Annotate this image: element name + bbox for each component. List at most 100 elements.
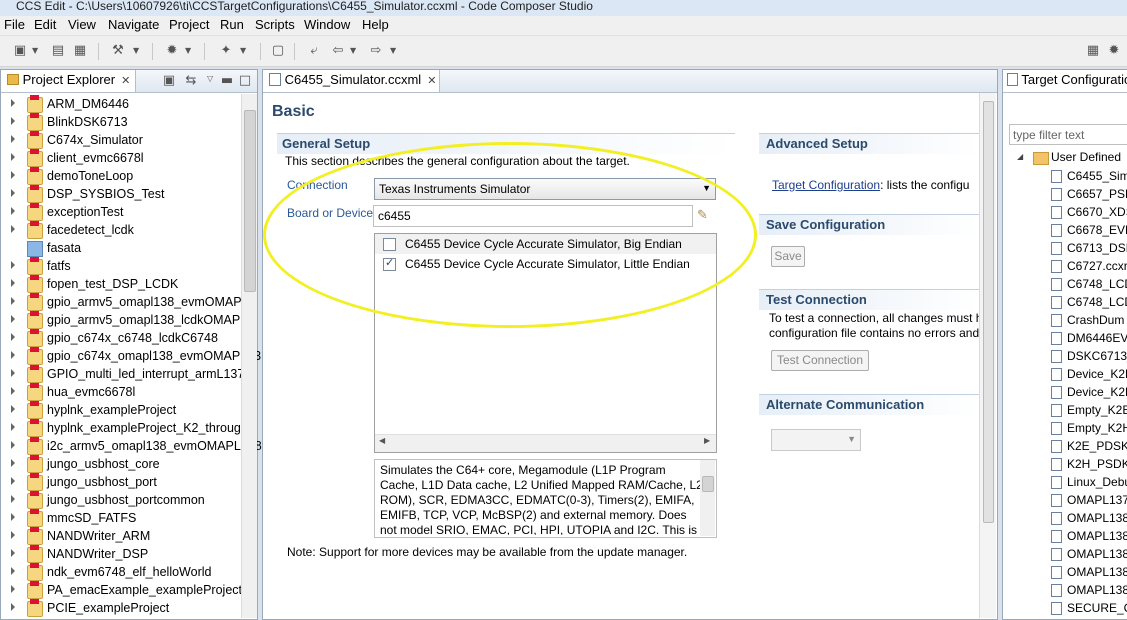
device-checkbox[interactable]	[383, 238, 396, 251]
menu-file[interactable]: File	[4, 17, 25, 32]
open-perspective-icon[interactable]: ▦	[1085, 43, 1101, 59]
tree-item[interactable]: gpio_armv5_omapl138_evmOMAPL1	[1, 293, 255, 312]
tree-item[interactable]: PA_emacExample_exampleProject	[1, 581, 242, 600]
list-item[interactable]: ✓ C6455 Device Cycle Accurate Simulator,…	[375, 254, 716, 274]
expand-arrow-icon[interactable]	[11, 387, 15, 395]
tree-item[interactable]: fopen_test_DSP_LCDK	[1, 275, 241, 294]
expand-arrow-icon[interactable]	[11, 117, 15, 125]
target-config-item[interactable]: OMAPL138	[1033, 546, 1127, 564]
expand-arrow-icon[interactable]	[11, 459, 15, 467]
chevron-down-icon[interactable]: ▼	[133, 43, 139, 59]
project-explorer-scrollbar[interactable]	[241, 94, 257, 618]
menu-scripts[interactable]: Scripts	[255, 17, 295, 32]
link-with-editor-icon[interactable]: ⇆	[183, 73, 199, 89]
new-icon[interactable]: ▣	[12, 43, 28, 59]
tree-item[interactable]: GPIO_multi_led_interrupt_armL137	[1, 365, 244, 384]
expand-arrow-icon[interactable]	[11, 585, 15, 593]
tree-item[interactable]: hyplnk_exampleProject_K2_throughp	[1, 419, 255, 438]
target-config-item[interactable]: C6670_XDS	[1033, 204, 1127, 222]
build-hammer-icon[interactable]: ⚒	[110, 43, 126, 59]
tree-item[interactable]: NANDWriter_DSP	[1, 545, 241, 564]
target-configuration-link[interactable]: Target Configuration	[772, 178, 880, 192]
target-config-item[interactable]: C6713_DSK	[1033, 240, 1127, 258]
save-button[interactable]: Save	[771, 246, 805, 267]
target-config-item[interactable]: Empty_K2E	[1033, 402, 1127, 420]
close-icon[interactable]: ✕	[427, 75, 436, 87]
target-config-item[interactable]: C6657_PSD	[1033, 186, 1127, 204]
expand-arrow-icon[interactable]	[11, 153, 15, 161]
alternate-communication-select[interactable]: ▼	[771, 429, 861, 451]
target-config-item[interactable]: Empty_K2H	[1033, 420, 1127, 438]
expand-arrow-icon[interactable]	[11, 351, 15, 359]
tree-item[interactable]: hyplnk_exampleProject	[1, 401, 241, 420]
tree-item[interactable]: ndk_evm6748_elf_helloWorld	[1, 563, 241, 582]
chevron-down-icon[interactable]: ▼	[32, 43, 38, 59]
tree-item[interactable]: demoToneLoop	[1, 167, 241, 186]
debug-perspective-icon[interactable]: ✹	[1106, 43, 1122, 59]
tree-item[interactable]: exceptionTest	[1, 203, 241, 222]
target-config-item[interactable]: OMAPL138	[1033, 564, 1127, 582]
scroll-right-icon[interactable]: ▶	[704, 436, 710, 445]
expand-arrow-icon[interactable]	[11, 297, 15, 305]
scrollbar-thumb[interactable]	[983, 101, 994, 523]
expand-arrow-icon[interactable]	[11, 549, 15, 557]
tab-target-configurations[interactable]: Target Configuration	[1003, 70, 1127, 92]
close-icon[interactable]: ✕	[121, 75, 130, 87]
menu-help[interactable]: Help	[362, 17, 389, 32]
expand-arrow-icon[interactable]	[11, 369, 15, 377]
tree-item[interactable]: PCIE_exampleProject	[1, 599, 241, 618]
target-config-item[interactable]: C6748_LCD	[1033, 276, 1127, 294]
target-config-item[interactable]: C6748_LCD	[1033, 294, 1127, 312]
expand-arrow-icon[interactable]	[11, 315, 15, 323]
scrollbar-thumb[interactable]	[244, 110, 256, 292]
clear-filter-icon[interactable]: ✎	[697, 207, 708, 223]
tree-item[interactable]: hua_evmc6678l	[1, 383, 241, 402]
tree-item[interactable]: NANDWriter_ARM	[1, 527, 241, 546]
chevron-down-icon[interactable]: ▼	[185, 43, 191, 59]
expand-arrow-icon[interactable]	[11, 261, 15, 269]
collapse-all-icon[interactable]: ▣	[161, 73, 177, 89]
tree-item[interactable]: jungo_usbhost_portcommon	[1, 491, 241, 510]
target-config-item[interactable]: OMAPL138	[1033, 582, 1127, 600]
save-icon[interactable]: ▤	[50, 43, 66, 59]
menu-project[interactable]: Project	[169, 17, 209, 32]
target-config-item[interactable]: OMAPL137	[1033, 492, 1127, 510]
tree-item[interactable]: C674x_Simulator	[1, 131, 241, 150]
target-config-item[interactable]: C6678_EVM	[1033, 222, 1127, 240]
target-config-item[interactable]: OMAPL138	[1033, 510, 1127, 528]
expand-arrow-icon[interactable]	[11, 333, 15, 341]
device-checkbox[interactable]: ✓	[383, 257, 396, 271]
chevron-down-icon[interactable]: ▼	[350, 43, 356, 59]
target-config-item[interactable]: Linux_Debu	[1033, 474, 1127, 492]
expand-arrow-icon[interactable]	[11, 441, 15, 449]
target-config-item[interactable]: K2E_PDSK.	[1033, 438, 1127, 456]
window-icon[interactable]: ▢	[270, 43, 286, 59]
tab-project-explorer[interactable]: Project Explorer ✕	[1, 70, 136, 92]
menu-view[interactable]: View	[68, 17, 96, 32]
tree-item[interactable]: i2c_armv5_omapl138_evmOMAPL138	[1, 437, 262, 456]
user-defined-folder[interactable]: User Defined	[1051, 150, 1121, 164]
menu-window[interactable]: Window	[304, 17, 350, 32]
tree-item[interactable]: fatfs	[1, 257, 241, 276]
expand-arrow-icon[interactable]	[11, 477, 15, 485]
expand-arrow-icon[interactable]	[11, 495, 15, 503]
target-config-item[interactable]: K2H_PSDK.	[1033, 456, 1127, 474]
maximize-icon[interactable]: □	[237, 73, 253, 89]
target-config-item[interactable]: DM6446EV	[1033, 330, 1127, 348]
expand-arrow-icon[interactable]	[11, 513, 15, 521]
target-config-item[interactable]: Device_K2E	[1033, 366, 1127, 384]
target-config-item[interactable]: DSKC6713_	[1033, 348, 1127, 366]
expand-arrow-icon[interactable]	[11, 189, 15, 197]
expand-arrow-icon[interactable]	[11, 171, 15, 179]
target-config-item[interactable]: C6455_Sim	[1033, 168, 1127, 186]
expand-arrow-icon[interactable]	[11, 405, 15, 413]
last-edit-icon[interactable]: ⤶	[306, 43, 322, 59]
tree-item[interactable]: gpio_c674x_omapl138_evmOMAPL13	[1, 347, 261, 366]
description-scrollbar[interactable]	[700, 460, 715, 536]
expand-arrow-icon[interactable]	[11, 531, 15, 539]
device-list-hscrollbar[interactable]: ◀ ▶	[375, 434, 716, 452]
debug-bug-icon[interactable]: ✹	[164, 43, 180, 59]
menu-edit[interactable]: Edit	[34, 17, 56, 32]
tree-item[interactable]: BlinkDSK6713	[1, 113, 241, 132]
flash-icon[interactable]: ✦	[218, 43, 234, 59]
